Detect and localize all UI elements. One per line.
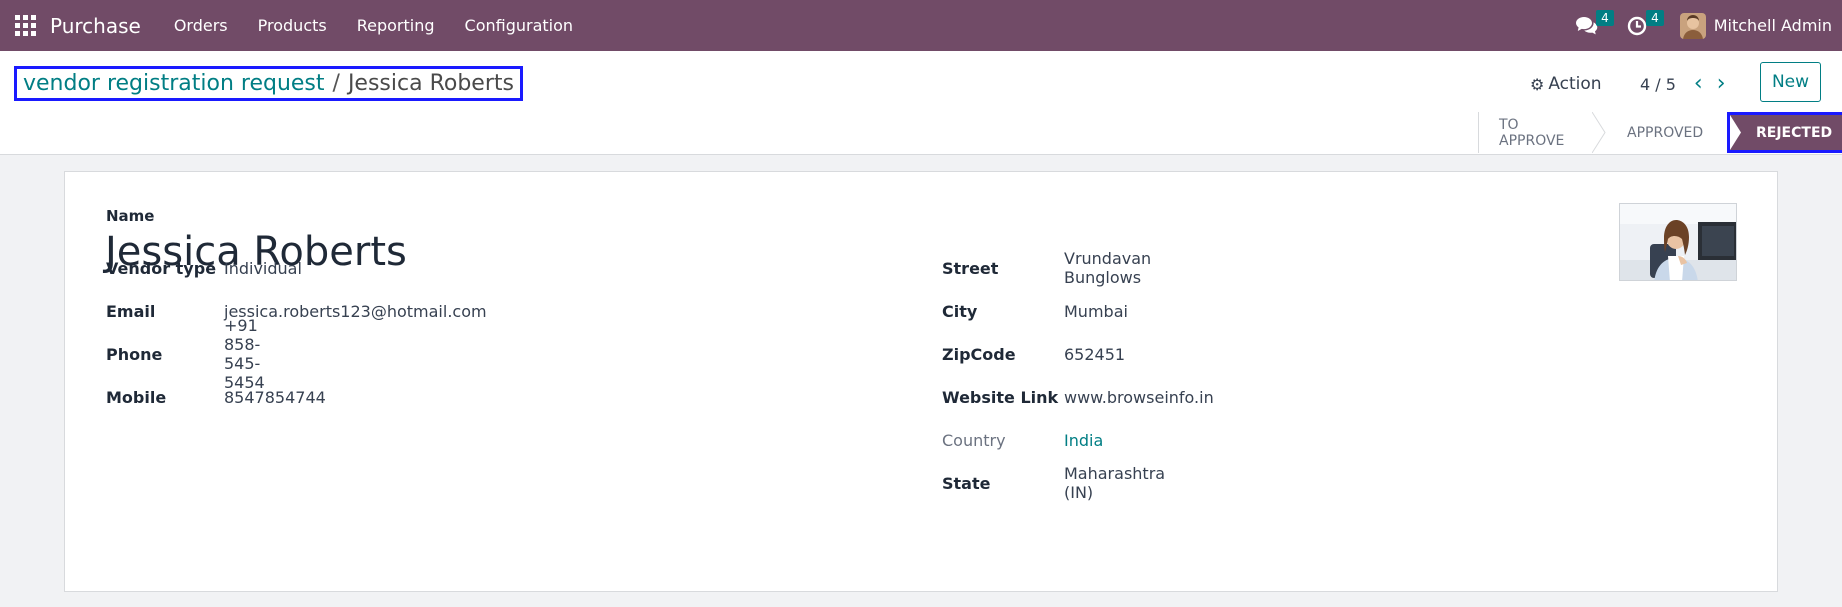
field-label: Country bbox=[942, 430, 1006, 450]
field-value[interactable]: www.browseinfo.in bbox=[1064, 388, 1214, 407]
form-sheet: Name Jessica Roberts Vendor type Individ… bbox=[64, 171, 1778, 592]
stage-arrow-icon bbox=[1730, 115, 1741, 150]
menu-configuration[interactable]: Configuration bbox=[450, 16, 589, 35]
field-country: Country India bbox=[942, 428, 1103, 452]
new-button[interactable]: New bbox=[1760, 62, 1821, 102]
field-website-link: Website Link www.browseinfo.in bbox=[942, 385, 1214, 409]
field-vendor-type: Vendor type Individual bbox=[106, 256, 302, 280]
field-value[interactable]: 652451 bbox=[1064, 345, 1125, 364]
breadcrumb-separator: / bbox=[332, 71, 340, 96]
stage-label: TO APPROVE bbox=[1499, 116, 1565, 149]
field-label: Vendor type bbox=[106, 258, 217, 278]
breadcrumb-current: Jessica Roberts bbox=[347, 71, 514, 96]
field-city: City Mumbai bbox=[942, 299, 1128, 323]
field-zipcode: ZipCode 652451 bbox=[942, 342, 1125, 366]
menu-reporting[interactable]: Reporting bbox=[342, 16, 450, 35]
control-panel: vendor registration request / Jessica Ro… bbox=[0, 51, 1842, 155]
stage-label: REJECTED bbox=[1756, 124, 1833, 141]
activities-badge: 4 bbox=[1646, 9, 1664, 26]
messages-icon[interactable]: 4 bbox=[1574, 9, 1614, 39]
field-label: Website Link bbox=[942, 387, 1059, 407]
field-value[interactable]: Vrundavan Bunglows bbox=[1064, 249, 1151, 287]
apps-menu-icon[interactable] bbox=[15, 15, 36, 36]
field-value[interactable]: Maharashtra (IN) bbox=[1064, 464, 1165, 502]
user-avatar[interactable] bbox=[1679, 12, 1706, 39]
stage-rejected[interactable]: REJECTED bbox=[1727, 112, 1842, 153]
field-value[interactable]: 8547854744 bbox=[224, 388, 326, 407]
activities-clock-icon[interactable]: 4 bbox=[1624, 9, 1664, 39]
pager: 4 / 5 ‹ › bbox=[1640, 71, 1726, 97]
field-label: ZipCode bbox=[942, 344, 1016, 364]
country-link[interactable]: India bbox=[1064, 431, 1103, 450]
pager-value[interactable]: 4 / 5 bbox=[1640, 75, 1676, 94]
field-label: Email bbox=[106, 301, 156, 321]
top-navbar: Purchase Orders Products Reporting Confi… bbox=[0, 0, 1842, 51]
status-bar: TO APPROVE APPROVED REJECTED bbox=[1478, 112, 1842, 153]
chevron-right-icon[interactable]: › bbox=[1717, 71, 1726, 97]
field-phone: Phone +91 858-545-5454 bbox=[106, 316, 265, 392]
field-label: City bbox=[942, 301, 978, 321]
vendor-photo[interactable] bbox=[1619, 203, 1737, 281]
app-brand[interactable]: Purchase bbox=[50, 14, 141, 38]
menu-orders[interactable]: Orders bbox=[159, 16, 243, 35]
field-label: Street bbox=[942, 258, 999, 278]
field-value[interactable]: Individual bbox=[224, 259, 302, 278]
field-label: Phone bbox=[106, 344, 163, 364]
messages-badge: 4 bbox=[1596, 9, 1614, 26]
stage-approved[interactable]: APPROVED bbox=[1605, 112, 1727, 153]
menu-products[interactable]: Products bbox=[243, 16, 342, 35]
chevron-left-icon[interactable]: ‹ bbox=[1694, 71, 1703, 97]
stage-label: APPROVED bbox=[1627, 124, 1704, 141]
field-value[interactable]: +91 858-545-5454 bbox=[224, 316, 265, 392]
action-button[interactable]: ⚙ Action bbox=[1530, 71, 1602, 97]
action-label: Action bbox=[1548, 74, 1602, 94]
field-state: State Maharashtra (IN) bbox=[942, 464, 1165, 502]
user-name[interactable]: Mitchell Admin bbox=[1714, 16, 1832, 35]
name-label: Name bbox=[106, 207, 155, 225]
field-mobile: Mobile 8547854744 bbox=[106, 385, 326, 409]
breadcrumb: vendor registration request / Jessica Ro… bbox=[14, 66, 523, 101]
gear-icon: ⚙ bbox=[1530, 74, 1545, 94]
stage-separator bbox=[1592, 112, 1606, 153]
stage-to-approve[interactable]: TO APPROVE bbox=[1479, 112, 1606, 153]
field-label: Mobile bbox=[106, 387, 167, 407]
breadcrumb-parent-link[interactable]: vendor registration request bbox=[23, 71, 325, 96]
field-email: Email jessica.roberts123@hotmail.com bbox=[106, 299, 487, 323]
field-value[interactable]: Mumbai bbox=[1064, 302, 1128, 321]
field-street: Street Vrundavan Bunglows bbox=[942, 249, 1151, 287]
field-label: State bbox=[942, 473, 991, 493]
